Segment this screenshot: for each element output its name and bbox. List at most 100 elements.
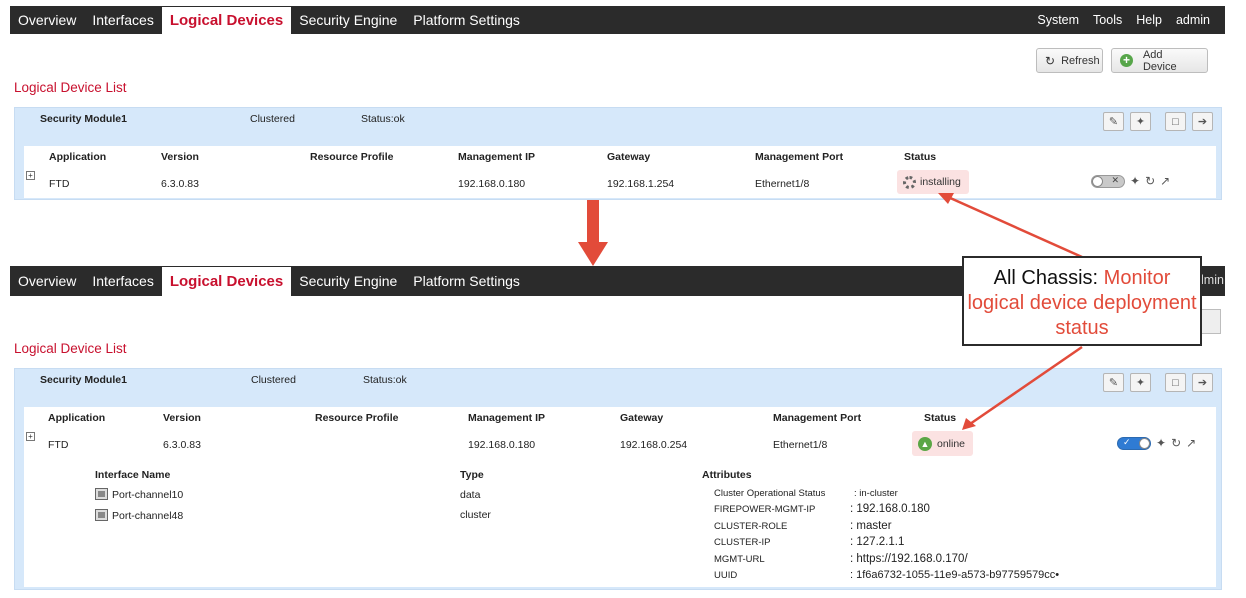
restart-icon[interactable]: ↻: [1171, 436, 1181, 450]
interface-type: data: [460, 489, 481, 501]
settings-icon[interactable]: ✦: [1130, 174, 1140, 188]
settings-icon[interactable]: ✦: [1130, 373, 1151, 392]
launch-icon[interactable]: ↗: [1186, 436, 1196, 450]
bottom-module-status: Status:ok: [363, 374, 407, 386]
col-management-ip: Management IP: [458, 151, 536, 163]
interface-row: Port-channel10: [95, 488, 183, 501]
col-management-ip: Management IP: [468, 412, 546, 424]
refresh-icon: ↻: [1045, 53, 1056, 68]
spinner-icon: [903, 175, 916, 189]
top-tab-logical-devices[interactable]: Logical Devices: [161, 7, 292, 34]
enable-toggle[interactable]: ✕: [1091, 174, 1125, 188]
add-device-button[interactable]: + Add Device: [1111, 48, 1208, 73]
row-application: FTD: [49, 178, 70, 190]
add-device-label: Add Device: [1142, 48, 1177, 73]
col-resource-profile: Resource Profile: [310, 151, 394, 163]
row-management-port: Ethernet1/8: [773, 439, 828, 451]
attr-value: : 192.168.0.180: [850, 503, 930, 515]
bottom-menu-admin[interactable]: lmin: [1201, 273, 1224, 287]
col-gateway: Gateway: [607, 151, 651, 163]
bottom-row-actions: ✓ ✦ ↻ ↗: [1117, 436, 1196, 450]
launch-icon[interactable]: ↗: [1160, 174, 1170, 188]
interface-row: Port-channel48: [95, 509, 183, 522]
down-arrow-icon: [578, 200, 608, 266]
detail-type-header: Type: [460, 469, 484, 481]
bottom-module-actions: ✎ ✦ □ ➔: [1103, 373, 1213, 392]
interface-name: Port-channel48: [112, 510, 184, 522]
top-module-name: Security Module1: [40, 113, 127, 125]
add-device-button-partial[interactable]: [1200, 309, 1221, 334]
arrow-icon[interactable]: ➔: [1192, 112, 1213, 131]
top-tab-overview[interactable]: Overview: [10, 6, 84, 34]
interface-name: Port-channel10: [112, 489, 184, 501]
online-icon: ▲: [918, 436, 932, 451]
bottom-tab-interfaces[interactable]: Interfaces: [84, 266, 161, 296]
bottom-tab-platform-settings[interactable]: Platform Settings: [405, 266, 528, 296]
bottom-tab-overview[interactable]: Overview: [10, 266, 84, 296]
status-badge-installing: installing: [897, 170, 969, 194]
top-module-mode: Clustered: [250, 113, 295, 125]
attr-value: : 1f6a6732-1055-11e9-a573-b97759579cc•: [850, 569, 1060, 581]
row-version: 6.3.0.83: [161, 178, 199, 190]
callout-lead: All Chassis: [993, 267, 1093, 289]
status-badge-online: ▲ online: [912, 431, 974, 456]
attr-key: CLUSTER-IP: [714, 537, 771, 548]
top-menu-admin[interactable]: admin: [1169, 6, 1217, 34]
settings-icon[interactable]: ✦: [1130, 112, 1151, 131]
row-management-ip: 192.168.0.180: [468, 439, 536, 451]
row-gateway: 192.168.1.254: [607, 178, 675, 190]
attr-value: : master: [850, 520, 892, 532]
bottom-module-panel: Security Module1 Clustered Status:ok ✎ ✦…: [14, 368, 1222, 590]
edit-icon[interactable]: ✎: [1103, 373, 1124, 392]
bottom-tab-security-engine[interactable]: Security Engine: [291, 266, 405, 296]
row-gateway: 192.168.0.254: [620, 439, 688, 451]
top-section-title: Logical Device List: [14, 80, 127, 95]
top-table: Application Version Resource Profile Man…: [24, 146, 1216, 198]
bottom-tab-logical-devices[interactable]: Logical Devices: [161, 267, 292, 296]
top-menu-help[interactable]: Help: [1129, 6, 1169, 34]
top-row-actions: ✕ ✦ ↻ ↗: [1091, 174, 1170, 188]
top-tab-platform-settings[interactable]: Platform Settings: [405, 6, 528, 34]
attr-value: : in-cluster: [854, 488, 898, 499]
bottom-module-header: Security Module1 Clustered Status:ok ✎ ✦…: [15, 369, 1221, 399]
delete-icon[interactable]: □: [1165, 112, 1186, 131]
settings-icon[interactable]: ✦: [1156, 436, 1166, 450]
col-status: Status: [904, 151, 937, 163]
bottom-table: Application Version Resource Profile Man…: [24, 407, 1216, 587]
interface-type: cluster: [460, 509, 491, 521]
top-module-panel: Security Module1 Clustered Status:ok ✎ ✦…: [14, 107, 1222, 200]
top-tab-security-engine[interactable]: Security Engine: [291, 6, 405, 34]
attr-key: CLUSTER-ROLE: [714, 521, 788, 532]
enable-toggle[interactable]: ✓: [1117, 436, 1151, 450]
attr-key: MGMT-URL: [714, 554, 765, 565]
col-version: Version: [163, 412, 201, 424]
row-version: 6.3.0.83: [163, 439, 201, 451]
status-text: installing: [920, 176, 961, 188]
expand-toggle-icon[interactable]: +: [26, 171, 35, 180]
col-management-port: Management Port: [773, 412, 862, 424]
edit-icon[interactable]: ✎: [1103, 112, 1124, 131]
col-resource-profile: Resource Profile: [315, 412, 399, 424]
col-status: Status: [924, 412, 957, 424]
attr-key: UUID: [714, 570, 738, 581]
refresh-button[interactable]: ↻ Refresh: [1036, 48, 1103, 73]
expand-toggle-icon[interactable]: +: [26, 432, 35, 441]
col-gateway: Gateway: [620, 412, 664, 424]
bottom-module-name: Security Module1: [40, 374, 127, 386]
status-text: online: [937, 437, 966, 450]
restart-icon[interactable]: ↻: [1145, 174, 1155, 188]
bottom-module-mode: Clustered: [251, 374, 296, 386]
col-management-port: Management Port: [755, 151, 844, 163]
top-module-actions: ✎ ✦ □ ➔: [1103, 112, 1213, 131]
top-menu-tools[interactable]: Tools: [1086, 6, 1129, 34]
add-icon: +: [1120, 54, 1133, 67]
delete-icon[interactable]: □: [1165, 373, 1186, 392]
arrow-icon[interactable]: ➔: [1192, 373, 1213, 392]
detail-attributes-header: Attributes: [702, 469, 752, 481]
row-application: FTD: [48, 439, 69, 451]
top-menu-system[interactable]: System: [1030, 6, 1086, 34]
detail-interface-header: Interface Name: [95, 469, 171, 481]
top-module-header: Security Module1 Clustered Status:ok ✎ ✦…: [15, 108, 1221, 138]
col-application: Application: [49, 151, 107, 163]
top-tab-interfaces[interactable]: Interfaces: [84, 6, 161, 34]
